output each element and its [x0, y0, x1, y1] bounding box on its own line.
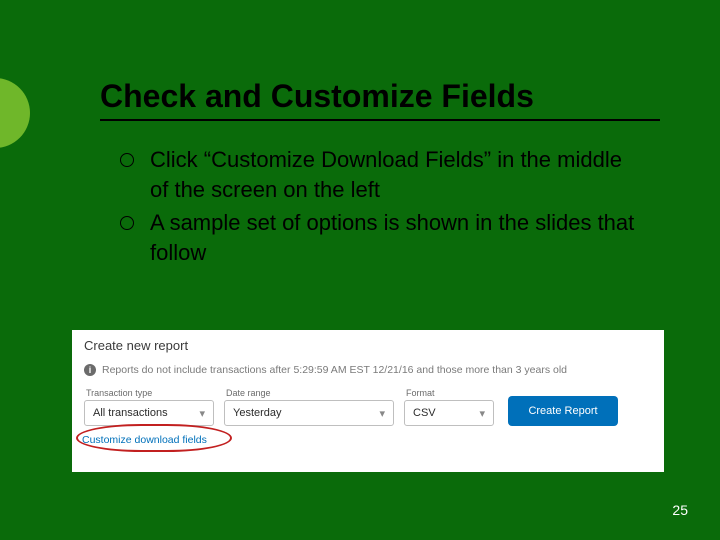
info-icon: i — [84, 364, 96, 376]
bullet-text: Click “Customize Download Fields” in the… — [150, 145, 640, 204]
info-text: Reports do not include transactions afte… — [102, 364, 567, 376]
chevron-down-icon: ▾ — [199, 407, 205, 420]
customize-download-fields-link[interactable]: Customize download fields — [82, 434, 207, 446]
transaction-type-field: Transaction type All transactions ▾ — [84, 388, 214, 426]
bullet-marker-icon — [120, 216, 134, 230]
transaction-type-label: Transaction type — [86, 388, 214, 398]
date-range-label: Date range — [226, 388, 394, 398]
bullet-marker-icon — [120, 153, 134, 167]
transaction-type-select[interactable]: All transactions ▾ — [84, 400, 214, 426]
create-report-button[interactable]: Create Report — [508, 396, 618, 426]
report-panel-screenshot: Create new report i Reports do not inclu… — [72, 330, 664, 472]
format-label: Format — [406, 388, 494, 398]
panel-heading: Create new report — [84, 338, 188, 353]
chevron-down-icon: ▾ — [479, 407, 485, 420]
date-range-field: Date range Yesterday ▾ — [224, 388, 394, 426]
title-block: Check and Customize Fields — [100, 78, 660, 121]
customize-link-row: Customize download fields — [82, 430, 207, 448]
slide-title: Check and Customize Fields — [100, 78, 660, 119]
transaction-type-value: All transactions — [93, 407, 168, 419]
slide: Check and Customize Fields Click “Custom… — [0, 0, 720, 540]
create-report-label: Create Report — [528, 405, 597, 417]
bullet-text: A sample set of options is shown in the … — [150, 208, 640, 267]
bullet-item: A sample set of options is shown in the … — [120, 208, 640, 267]
date-range-value: Yesterday — [233, 407, 282, 419]
bullet-list: Click “Customize Download Fields” in the… — [120, 145, 640, 272]
info-row: i Reports do not include transactions af… — [84, 364, 567, 376]
title-underline — [100, 119, 660, 121]
fields-row: Transaction type All transactions ▾ Date… — [84, 388, 618, 426]
format-select[interactable]: CSV ▾ — [404, 400, 494, 426]
format-value: CSV — [413, 407, 436, 419]
chevron-down-icon: ▾ — [379, 407, 385, 420]
accent-circle-decoration — [0, 78, 30, 148]
bullet-item: Click “Customize Download Fields” in the… — [120, 145, 640, 204]
date-range-select[interactable]: Yesterday ▾ — [224, 400, 394, 426]
format-field: Format CSV ▾ — [404, 388, 494, 426]
page-number: 25 — [672, 502, 688, 518]
